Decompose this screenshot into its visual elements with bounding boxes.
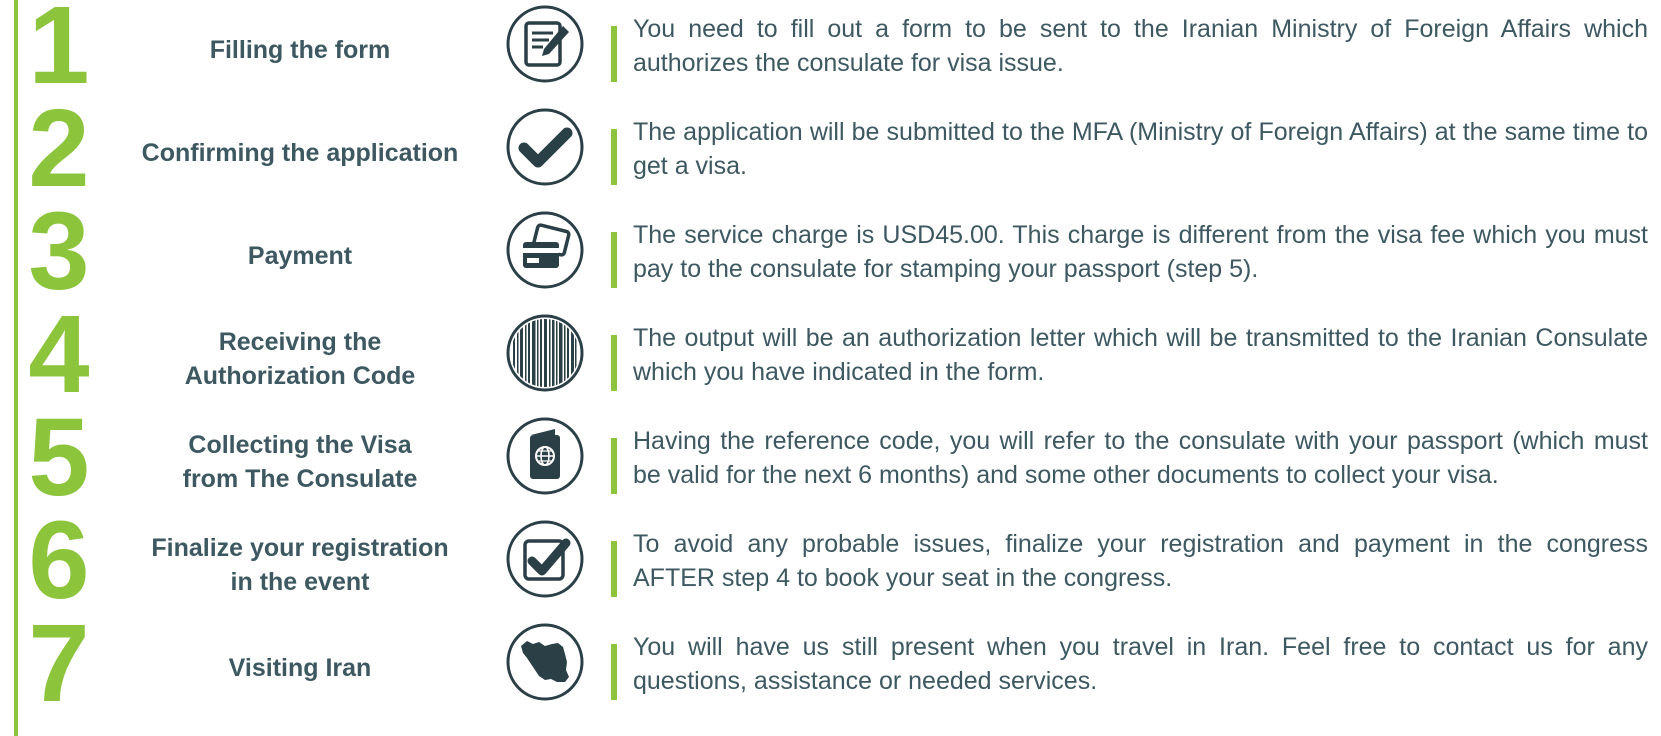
step-title: Receiving the Authorization Code	[184, 328, 416, 390]
step-7: 7 Visiting Iran You will have us still p…	[0, 609, 1661, 722]
step-title: Confirming the application	[141, 139, 459, 167]
step-number: 7	[28, 602, 89, 725]
step-6: 6 Finalize your registration in the even…	[0, 506, 1661, 619]
step-description: The application will be submitted to the…	[633, 118, 1648, 180]
step-title: Payment	[247, 242, 353, 270]
step-divider	[611, 541, 617, 597]
step-number: 6	[28, 499, 89, 622]
iran-map-icon	[505, 622, 585, 702]
step-divider	[611, 438, 617, 494]
step-divider	[611, 26, 617, 82]
step-title: Visiting Iran	[228, 654, 372, 682]
step-number: 2	[28, 87, 89, 210]
step-description: You need to fill out a form to be sent t…	[633, 15, 1648, 77]
step-divider	[611, 232, 617, 288]
step-4: 4 Receiving the Authorization Code The o…	[0, 300, 1661, 413]
step-number: 4	[28, 293, 89, 416]
step-1: 1 Filling the form You need to fill out …	[0, 0, 1661, 104]
step-description: To avoid any probable issues, finalize y…	[633, 530, 1648, 592]
step-title: Filling the form	[209, 36, 391, 64]
step-title: Finalize your registration in the event	[151, 534, 449, 596]
passport-icon	[505, 416, 585, 496]
step-divider	[611, 335, 617, 391]
visa-steps-list: 1 Filling the form You need to fill out …	[0, 0, 1661, 736]
step-3: 3 Payment The service charge is USD45.00…	[0, 197, 1661, 310]
step-description: You will have us still present when you …	[633, 633, 1648, 695]
step-number: 5	[28, 396, 89, 519]
step-5: 5 Collecting the Visa from The Consulate…	[0, 403, 1661, 516]
step-divider	[611, 129, 617, 185]
checkbox-icon	[505, 519, 585, 599]
step-title: Collecting the Visa from The Consulate	[182, 431, 418, 493]
barcode-icon	[505, 313, 585, 393]
checkmark-circle-icon	[505, 107, 585, 187]
step-number: 3	[28, 190, 89, 313]
credit-card-icon	[505, 210, 585, 290]
step-divider	[611, 644, 617, 700]
step-number: 1	[28, 0, 89, 107]
form-pen-icon	[505, 4, 585, 84]
step-description: The service charge is USD45.00. This cha…	[633, 221, 1648, 283]
step-description: Having the reference code, you will refe…	[633, 427, 1648, 489]
step-description: The output will be an authorization lett…	[633, 324, 1648, 386]
step-2: 2 Confirming the application The applica…	[0, 94, 1661, 207]
